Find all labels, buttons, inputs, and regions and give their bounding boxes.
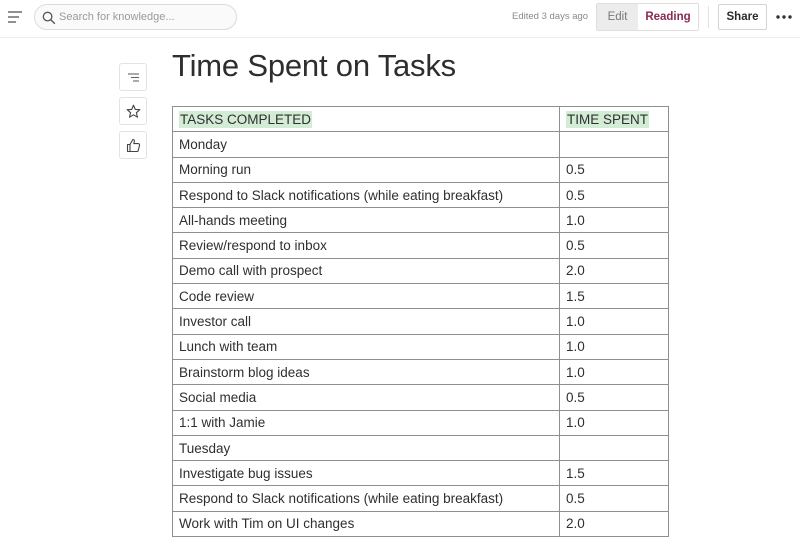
page-title: Time Spent on Tasks	[172, 48, 456, 83]
task-cell: Work with Tim on UI changes	[172, 510, 560, 538]
task-cell: Respond to Slack notifications (while ea…	[172, 485, 560, 512]
time-cell: 1.5	[559, 460, 669, 487]
time-cell	[559, 434, 669, 462]
like-button[interactable]	[119, 131, 147, 159]
edit-mode-button[interactable]: Edit	[597, 4, 638, 30]
time-cell: 1.0	[559, 358, 669, 386]
time-cell: 1.0	[559, 207, 669, 234]
time-cell	[559, 131, 669, 158]
time-cell: 1.0	[559, 333, 669, 360]
favorite-button[interactable]	[119, 97, 147, 125]
column-header-tasks: TASKS COMPLETED	[172, 105, 560, 133]
table-row: Respond to Slack notifications (while ea…	[172, 181, 669, 209]
tasks-table: TASKS COMPLETED TIME SPENT Monday Mornin…	[172, 105, 669, 538]
task-cell: Demo call with prospect	[172, 257, 560, 285]
column-header-time: TIME SPENT	[559, 105, 669, 133]
time-cell: 0.5	[559, 485, 669, 512]
task-cell: Investigate bug issues	[172, 460, 560, 487]
task-cell: Monday	[172, 131, 560, 158]
task-cell: Respond to Slack notifications (while ea…	[172, 181, 560, 209]
time-cell: 0.5	[559, 232, 669, 259]
search-box[interactable]	[34, 4, 237, 30]
table-row: Morning run 0.5	[172, 156, 669, 183]
hamburger-menu-icon[interactable]	[7, 9, 23, 25]
task-cell: Lunch with team	[172, 333, 560, 360]
time-cell: 1.0	[559, 308, 669, 335]
table-header-row: TASKS COMPLETED TIME SPENT	[172, 105, 669, 133]
time-cell: 0.5	[559, 156, 669, 183]
table-row: Lunch with team 1.0	[172, 333, 669, 360]
reading-mode-button[interactable]: Reading	[638, 4, 698, 30]
star-icon	[126, 104, 141, 118]
table-row: Code review 1.5	[172, 283, 669, 310]
day-row-tuesday: Tuesday	[172, 434, 669, 462]
header-border	[0, 37, 800, 38]
table-row: Social media 0.5	[172, 384, 669, 411]
table-row: Investor call 1.0	[172, 308, 669, 335]
share-button[interactable]: Share	[718, 4, 767, 30]
header-divider	[708, 6, 709, 28]
table-row: Investigate bug issues 1.5	[172, 460, 669, 487]
table-row: Demo call with prospect 2.0	[172, 257, 669, 285]
time-cell: 0.5	[559, 384, 669, 411]
task-cell: Review/respond to inbox	[172, 232, 560, 259]
table-row: Respond to Slack notifications (while ea…	[172, 485, 669, 512]
top-bar: Edited 3 days ago Edit Reading Share	[0, 0, 800, 36]
table-row: Work with Tim on UI changes 2.0	[172, 510, 669, 538]
task-cell: Social media	[172, 384, 560, 411]
more-horizontal-icon[interactable]	[775, 10, 793, 24]
task-cell: Tuesday	[172, 434, 560, 462]
task-cell: Brainstorm blog ideas	[172, 358, 560, 386]
table-row: All-hands meeting 1.0	[172, 207, 669, 234]
day-row-monday: Monday	[172, 131, 669, 158]
outline-icon	[128, 73, 139, 82]
task-cell: Code review	[172, 283, 560, 310]
time-cell: 2.0	[559, 510, 669, 538]
mode-toggle: Edit Reading	[596, 3, 699, 31]
table-row: 1:1 with Jamie 1.0	[172, 409, 669, 436]
time-cell: 0.5	[559, 181, 669, 209]
time-cell: 2.0	[559, 257, 669, 285]
task-cell: Morning run	[172, 156, 560, 183]
outline-button[interactable]	[119, 63, 147, 91]
edited-timestamp: Edited 3 days ago	[512, 11, 589, 22]
task-cell: 1:1 with Jamie	[172, 409, 560, 436]
task-cell: All-hands meeting	[172, 207, 560, 234]
search-input[interactable]	[59, 8, 229, 26]
search-icon	[42, 11, 56, 25]
time-cell: 1.0	[559, 409, 669, 436]
task-cell: Investor call	[172, 308, 560, 335]
thumbs-up-icon	[126, 138, 141, 153]
time-cell: 1.5	[559, 283, 669, 310]
table-row: Review/respond to inbox 0.5	[172, 232, 669, 259]
table-row: Brainstorm blog ideas 1.0	[172, 358, 669, 386]
